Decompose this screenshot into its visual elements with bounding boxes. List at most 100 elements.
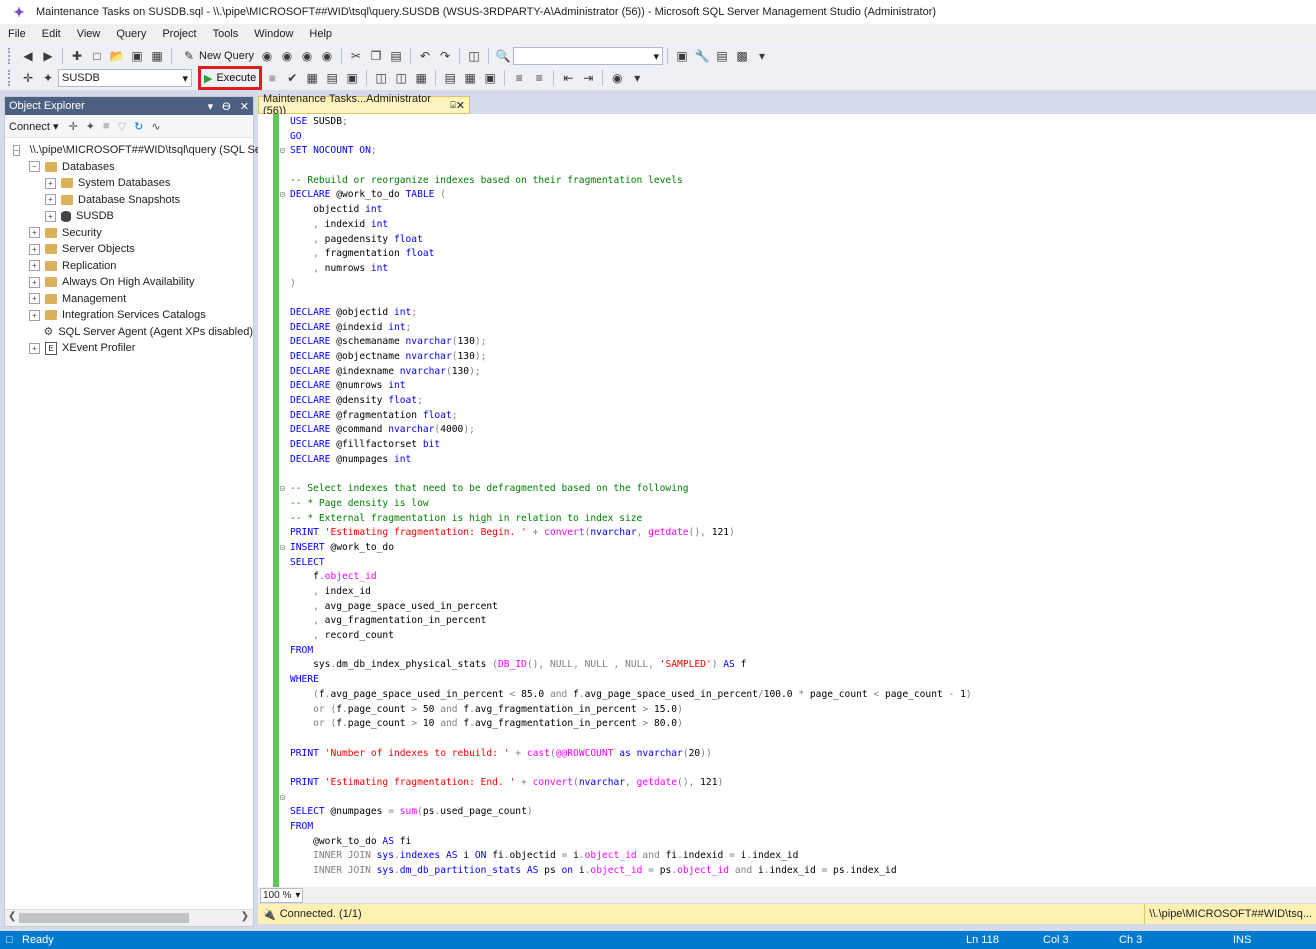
code-line[interactable]: , index_id [280, 585, 972, 600]
fold-collapse-icon[interactable]: ⊟ [280, 791, 290, 806]
code-line[interactable]: DECLARE @indexid int; [280, 321, 972, 336]
expand-icon[interactable]: + [29, 342, 40, 354]
code-line[interactable]: , record_count [280, 629, 972, 644]
menu-edit[interactable]: Edit [34, 28, 69, 40]
scroll-left-icon[interactable]: ❮ [8, 911, 16, 922]
tree-node-integration-services[interactable]: + Integration Services Catalogs [5, 307, 253, 324]
connect-plug-icon[interactable]: ✛ [69, 120, 78, 133]
client-statistics-icon[interactable]: ▦ [413, 69, 429, 87]
code-line[interactable]: ⊟ SET NOCOUNT ON; [280, 144, 972, 159]
code-line[interactable]: , avg_fragmentation_in_percent [280, 614, 972, 629]
live-query-stats-icon[interactable]: ◫ [393, 69, 409, 87]
comment-icon[interactable]: ≡ [511, 69, 527, 87]
code-line[interactable]: DECLARE @indexname nvarchar(130); [280, 365, 972, 380]
code-line[interactable]: SELECT @numpages = sum(ps.used_page_coun… [280, 805, 972, 820]
expand-icon[interactable]: + [29, 260, 40, 272]
redo-icon[interactable]: ↷ [437, 47, 453, 65]
tree-node-server[interactable]: − \\.\pipe\MICROSOFT##WID\tsql\query (SQ… [5, 142, 261, 159]
results-to-file-icon[interactable]: ▣ [482, 69, 498, 87]
expand-icon[interactable]: + [45, 210, 56, 222]
filter-icon[interactable]: ▽ [118, 120, 126, 133]
expand-icon[interactable]: + [29, 227, 40, 239]
close-icon[interactable]: ✕ [240, 101, 249, 113]
tree-node-management[interactable]: + Management [5, 291, 253, 308]
tools-wrench-icon[interactable]: 🔧 [694, 47, 710, 65]
expand-icon[interactable]: + [29, 276, 40, 288]
tree-node-sql-server-agent[interactable]: ⚙ SQL Server Agent (Agent XPs disabled) [5, 324, 253, 341]
code-line[interactable] [280, 291, 972, 306]
dropdown-icon[interactable]: ▾ [208, 101, 214, 113]
zoom-combo[interactable]: 100 % ▾ [260, 887, 304, 903]
code-line[interactable]: PRINT 'Estimating fragmentation: Begin. … [280, 526, 972, 541]
code-line[interactable]: DECLARE @numrows int [280, 379, 972, 394]
code-line[interactable]: -- Rebuild or reorganize indexes based o… [280, 174, 972, 189]
dmx-query-icon[interactable]: ◉ [279, 47, 295, 65]
results-to-grid-icon[interactable]: ▦ [462, 69, 478, 87]
menu-file[interactable]: File [0, 28, 34, 40]
new-query-button[interactable]: ✎ New Query [176, 47, 257, 65]
paste-icon[interactable]: ▤ [388, 47, 404, 65]
code-line[interactable]: DECLARE @objectname nvarchar(130); [280, 350, 972, 365]
code-line[interactable]: DECLARE @command nvarchar(4000); [280, 423, 972, 438]
toolbar-grip[interactable] [8, 70, 14, 86]
specify-template-values-icon[interactable]: ◉ [609, 69, 625, 87]
search-combo[interactable]: ▾ [513, 47, 664, 65]
code-line[interactable]: , avg_page_space_used_in_percent [280, 600, 972, 615]
activity-monitor-icon[interactable]: ∿ [151, 120, 160, 133]
code-line[interactable]: GO [280, 130, 972, 145]
toolbar-options-icon[interactable]: ▾ [754, 47, 770, 65]
tree-node-server-objects[interactable]: + Server Objects [5, 241, 253, 258]
toolbox-icon[interactable]: ▤ [714, 47, 730, 65]
code-line[interactable]: ⊟ DECLARE @work_to_do TABLE ( [280, 188, 972, 203]
properties-icon[interactable]: ▣ [674, 47, 690, 65]
intellisense-icon[interactable]: ▣ [344, 69, 360, 87]
tree-node-databases[interactable]: − Databases [5, 159, 253, 176]
code-line[interactable]: DECLARE @numpages int [280, 453, 972, 468]
expand-icon[interactable]: + [29, 309, 40, 321]
xmla-query-icon[interactable]: ◉ [299, 47, 315, 65]
collapse-icon[interactable]: − [13, 144, 20, 156]
close-tab-icon[interactable]: ✕ [456, 99, 465, 112]
code-line[interactable]: USE SUSDB; [280, 115, 972, 130]
save-all-icon[interactable]: ▦ [149, 47, 165, 65]
code-line[interactable]: DECLARE @density float; [280, 394, 972, 409]
code-line[interactable]: DECLARE @fillfactorset bit [280, 438, 972, 453]
stop-icon[interactable]: ■ [103, 120, 110, 132]
expand-icon[interactable]: + [45, 194, 56, 206]
expand-icon[interactable]: + [29, 293, 40, 305]
uncomment-icon[interactable]: ≡ [531, 69, 547, 87]
code-line[interactable]: objectid int [280, 203, 972, 218]
decrease-indent-icon[interactable]: ⇤ [560, 69, 576, 87]
expand-icon[interactable]: + [45, 177, 56, 189]
fold-collapse-icon[interactable]: ⊟ [280, 541, 290, 556]
code-line[interactable]: sys.dm_db_index_physical_stats (DB_ID(),… [280, 658, 972, 673]
code-line[interactable]: ⊟ -- Select indexes that need to be defra… [280, 482, 972, 497]
query-editor[interactable]: USE SUSDB; GO ⊟ SET NOCOUNT ON; -- Rebuild o… [258, 114, 1316, 887]
display-estimated-plan-icon[interactable]: ▦ [304, 69, 320, 87]
scroll-right-icon[interactable]: ❯ [241, 911, 249, 922]
code-line[interactable]: ⊟ [280, 791, 972, 806]
menu-project[interactable]: Project [154, 28, 204, 40]
available-databases-combo[interactable]: SUSDB ▾ [58, 69, 192, 87]
code-line[interactable]: FROM [280, 644, 972, 659]
copy-icon[interactable]: ❐ [368, 47, 384, 65]
code-line[interactable]: WHERE [280, 673, 972, 688]
code-line[interactable] [280, 761, 972, 776]
code-line[interactable]: , indexid int [280, 218, 972, 233]
fold-collapse-icon[interactable]: ⊟ [280, 144, 290, 159]
code-line[interactable]: PRINT 'Estimating fragmentation: End. ' … [280, 776, 972, 791]
save-icon[interactable]: ▣ [129, 47, 145, 65]
query-designer-icon[interactable]: ▤ [324, 69, 340, 87]
tree-node-replication[interactable]: + Replication [5, 258, 253, 275]
code-line[interactable]: , numrows int [280, 262, 972, 277]
back-icon[interactable]: ◀ [20, 47, 36, 65]
command-window-icon[interactable]: ▩ [734, 47, 750, 65]
document-tab-maintenance-tasks[interactable]: Maintenance Tasks...Administrator (56)) … [258, 93, 470, 117]
connect-dropdown[interactable]: Connect ▾ [9, 120, 59, 133]
code-line[interactable]: ) [280, 277, 972, 292]
code-line[interactable] [280, 159, 972, 174]
fold-collapse-icon[interactable]: ⊟ [280, 482, 290, 497]
horizontal-scrollbar[interactable]: ❮ ❯ [5, 909, 253, 926]
code-line[interactable]: INNER JOIN sys.dm_db_partition_stats AS … [280, 864, 972, 879]
fold-collapse-icon[interactable]: ⊟ [280, 188, 290, 203]
